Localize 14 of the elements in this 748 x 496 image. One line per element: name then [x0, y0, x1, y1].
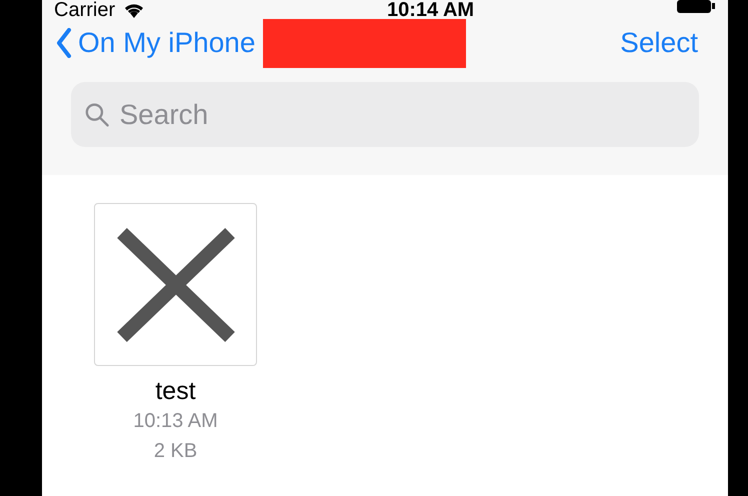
- search-field[interactable]: Search: [120, 94, 685, 136]
- chevron-left-icon: [56, 28, 72, 58]
- back-button[interactable]: On My iPhone: [56, 22, 256, 64]
- battery-icon: [676, 0, 716, 14]
- wifi-icon: [123, 2, 146, 18]
- search-bar[interactable]: Search: [71, 82, 699, 147]
- carrier-label: Carrier: [54, 0, 116, 20]
- file-modified-time: 10:13 AM: [133, 409, 218, 434]
- file-size: 2 KB: [154, 439, 198, 464]
- file-thumbnail[interactable]: [94, 203, 257, 366]
- status-time: 10:14 AM: [387, 0, 474, 20]
- file-name: test: [155, 376, 196, 406]
- select-button[interactable]: Select: [620, 22, 698, 64]
- search-icon: [85, 102, 110, 128]
